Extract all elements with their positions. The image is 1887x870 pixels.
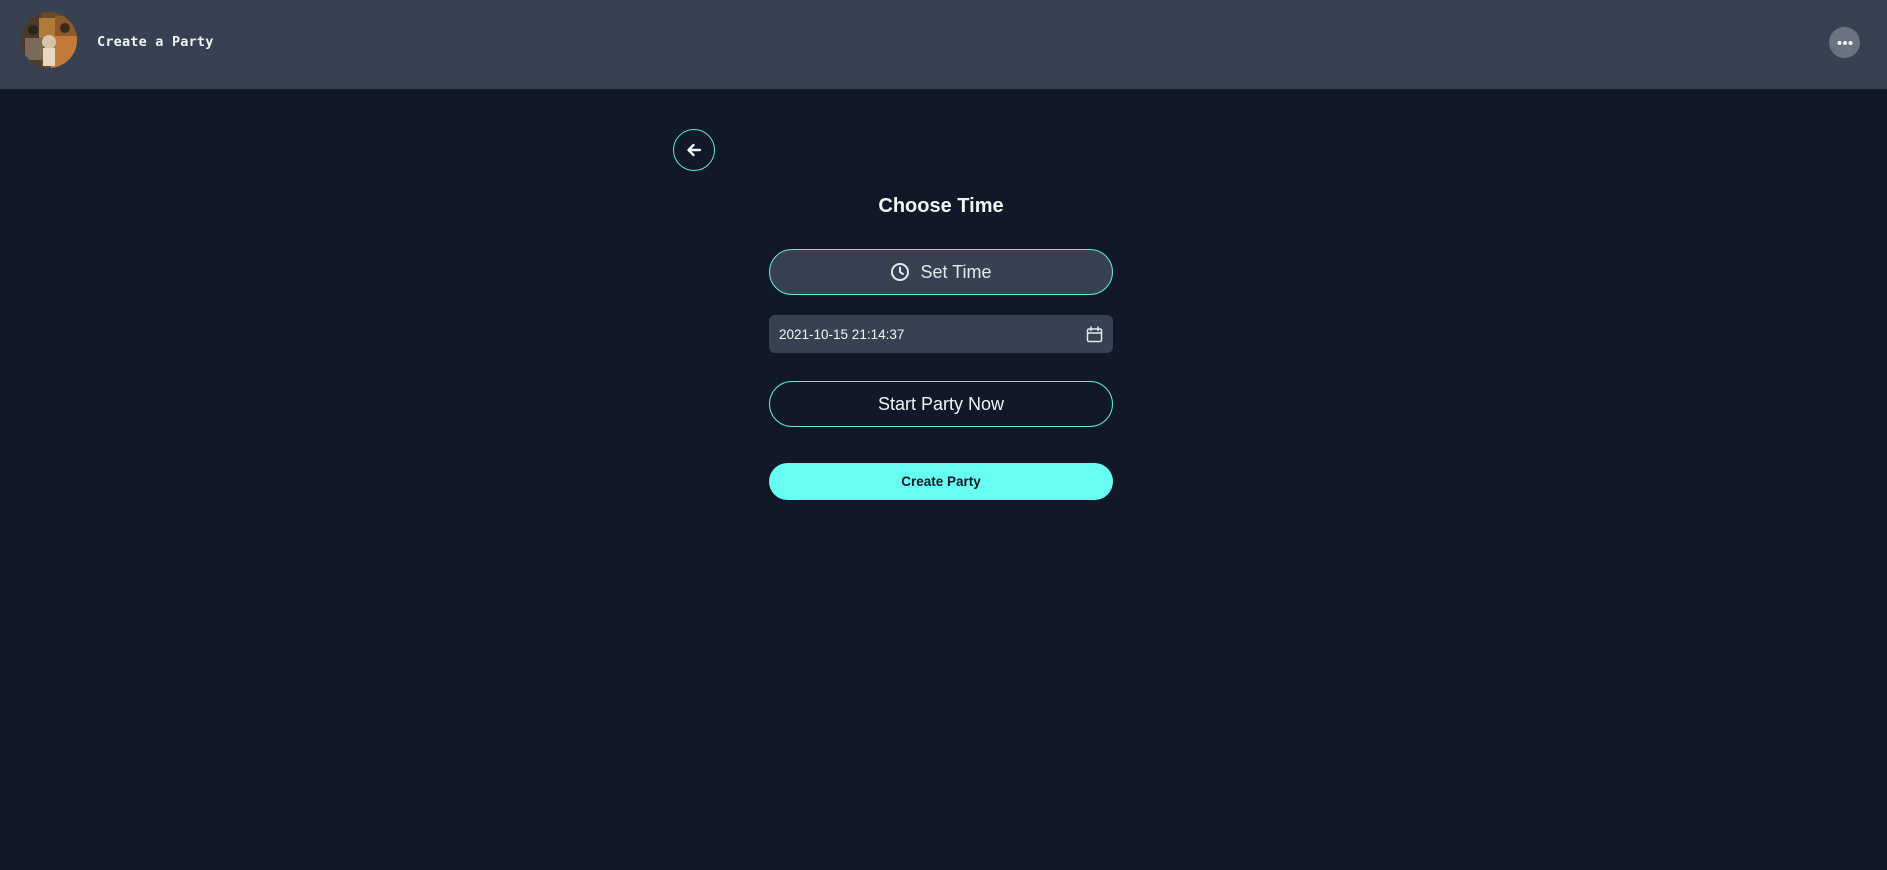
app-title: Create a Party [97, 34, 214, 50]
more-horizontal-icon [1837, 40, 1852, 45]
start-party-now-button[interactable]: Start Party Now [769, 381, 1113, 427]
calendar-icon[interactable] [1085, 325, 1103, 343]
page-heading: Choose Time [878, 195, 1004, 217]
datetime-input[interactable] [779, 326, 1085, 342]
set-time-button[interactable]: Set Time [769, 249, 1113, 295]
clock-icon [891, 263, 910, 281]
create-party-button[interactable]: Create Party [769, 463, 1113, 500]
set-time-label: Set Time [920, 261, 992, 282]
more-options-button[interactable] [1829, 27, 1860, 58]
avatar[interactable] [21, 12, 77, 68]
arrow-left-icon [687, 143, 702, 157]
datetime-field[interactable] [769, 315, 1113, 353]
top-bar: Create a Party [0, 0, 1887, 89]
avatar-image [21, 12, 77, 68]
back-button[interactable] [673, 129, 715, 171]
